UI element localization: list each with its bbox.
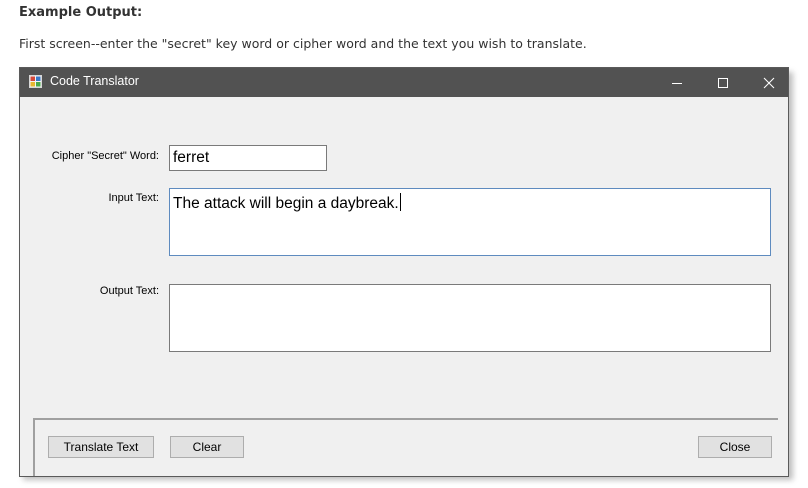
window-title: Code Translator bbox=[50, 74, 139, 88]
maximize-button[interactable] bbox=[700, 68, 746, 97]
document-intro-text: First screen--enter the "secret" key wor… bbox=[19, 36, 587, 51]
translate-text-button[interactable]: Translate Text bbox=[48, 436, 154, 458]
close-window-button[interactable] bbox=[746, 68, 788, 97]
app-icon bbox=[29, 75, 42, 88]
code-translator-window: Code Translator Cipher "Secret" Word: fe… bbox=[19, 67, 789, 477]
clear-button-label: Clear bbox=[192, 440, 222, 454]
output-text-area[interactable] bbox=[169, 284, 771, 352]
input-text-value: The attack will begin a daybreak. bbox=[173, 195, 399, 212]
output-text-label: Output Text: bbox=[99, 285, 159, 297]
minimize-icon bbox=[672, 82, 682, 84]
input-text-area[interactable]: The attack will begin a daybreak. bbox=[169, 188, 771, 256]
text-caret bbox=[399, 193, 401, 211]
cipher-word-label: Cipher "Secret" Word: bbox=[51, 150, 159, 162]
close-button[interactable]: Close bbox=[698, 436, 772, 458]
document-heading: Example Output: bbox=[19, 5, 143, 20]
title-bar[interactable]: Code Translator bbox=[20, 68, 788, 97]
maximize-icon bbox=[718, 77, 728, 88]
input-text-label: Input Text: bbox=[108, 192, 159, 204]
cipher-word-input[interactable]: ferret bbox=[169, 145, 327, 171]
translate-text-button-label: Translate Text bbox=[63, 440, 139, 454]
close-button-label: Close bbox=[719, 440, 751, 454]
close-icon bbox=[763, 77, 775, 88]
minimize-button[interactable] bbox=[654, 68, 700, 97]
clear-button[interactable]: Clear bbox=[170, 436, 244, 458]
cipher-word-value: ferret bbox=[173, 149, 210, 166]
